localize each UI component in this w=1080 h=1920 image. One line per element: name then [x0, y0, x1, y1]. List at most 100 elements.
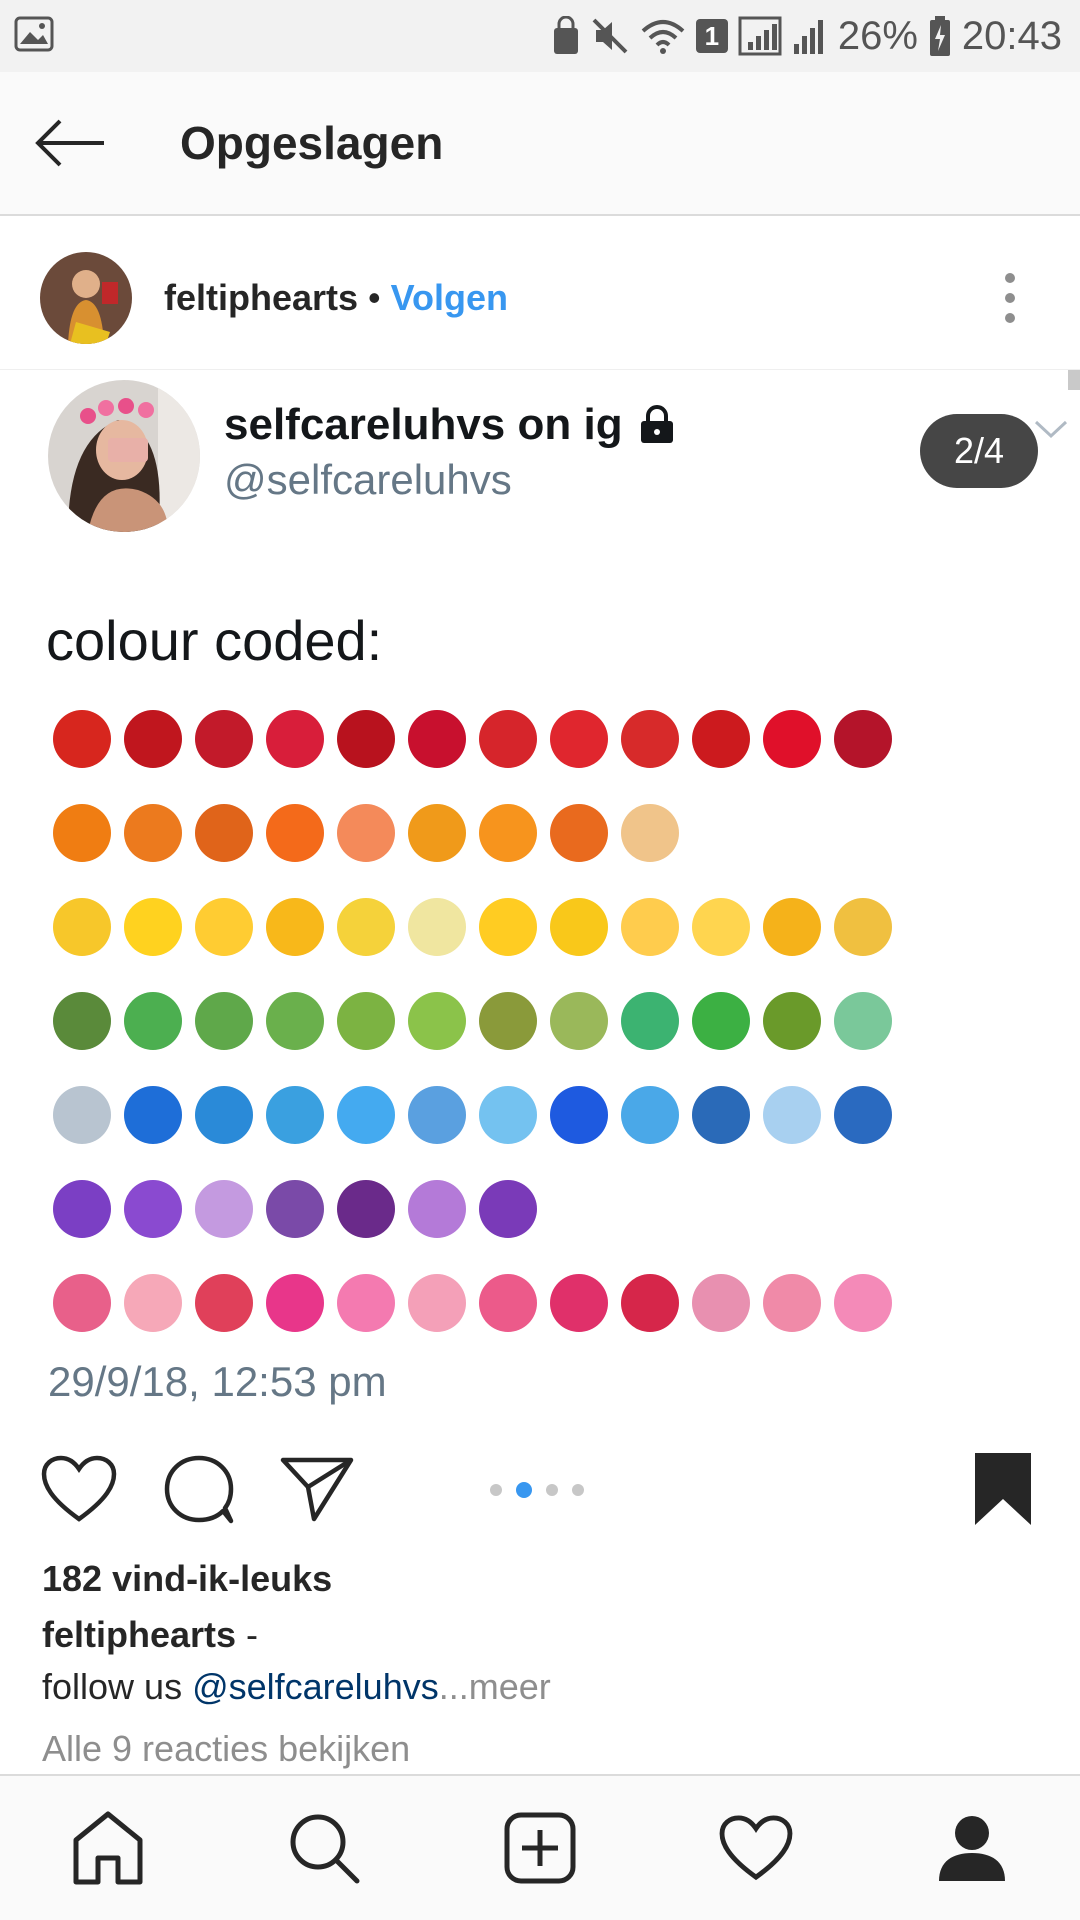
pager-dot-active: [516, 1482, 532, 1498]
nav-home-button[interactable]: [53, 1793, 163, 1903]
caption-username[interactable]: feltiphearts: [42, 1614, 236, 1655]
emoji-swatch: [691, 992, 750, 1050]
view-comments-link[interactable]: Alle 9 reacties bekijken: [42, 1728, 410, 1770]
emoji-icon: [543, 1080, 614, 1151]
scrollbar-thumb[interactable]: [1068, 370, 1080, 390]
tweet-avatar: [48, 380, 200, 532]
emoji-icon: [472, 1080, 543, 1151]
emoji-swatch: [833, 898, 892, 956]
emoji-icon: [188, 798, 259, 869]
back-arrow-icon: [35, 119, 104, 167]
save-button[interactable]: [958, 1444, 1048, 1534]
emoji-icon: [827, 1268, 898, 1339]
emoji-swatch: [52, 1086, 111, 1144]
mute-icon: [590, 16, 630, 56]
back-button[interactable]: [0, 71, 140, 215]
emoji-swatch: [123, 992, 182, 1050]
emoji-row: [46, 880, 898, 974]
emoji-swatch: [620, 710, 679, 768]
emoji-swatch: [833, 1086, 892, 1144]
nav-new-post-button[interactable]: [485, 1793, 595, 1903]
signal-icon: [792, 16, 828, 56]
emoji-swatch: [478, 898, 537, 956]
emoji-icon: [401, 892, 472, 963]
carousel-counter: 2/4: [920, 414, 1038, 488]
emoji-swatch: [478, 992, 537, 1050]
emoji-swatch: [123, 710, 182, 768]
share-button[interactable]: [272, 1444, 362, 1534]
android-lock-icon: [552, 16, 580, 56]
emoji-icon: [259, 1080, 330, 1151]
caption-mention-link[interactable]: @selfcareluhvs: [192, 1666, 439, 1707]
emoji-icon: [330, 1268, 401, 1339]
emoji-icon: [117, 892, 188, 963]
emoji-icon: [472, 798, 543, 869]
emoji-icon: [46, 892, 117, 963]
emoji-icon: [543, 704, 614, 775]
emoji-swatch: [336, 1274, 395, 1332]
emoji-icon: [117, 986, 188, 1057]
avatar[interactable]: [40, 251, 132, 344]
emoji-swatch: [194, 1180, 253, 1238]
emoji-icon: [827, 892, 898, 963]
nav-profile-button[interactable]: [917, 1793, 1027, 1903]
emoji-swatch: [336, 710, 395, 768]
emoji-swatch: [549, 898, 608, 956]
gallery-notification-icon: [14, 16, 54, 57]
emoji-icon: [401, 1080, 472, 1151]
caption-prefix: follow us: [42, 1666, 193, 1707]
emoji-swatch: [691, 710, 750, 768]
post-carousel-image[interactable]: selfcareluhvs on ig @selfcareluhvs 2/4 c…: [0, 370, 1080, 1430]
emoji-icon: [472, 892, 543, 963]
emoji-icon: [614, 892, 685, 963]
follow-button[interactable]: Volgen: [391, 277, 508, 319]
post-actions: [0, 1430, 1080, 1550]
more-dot-icon: [1005, 272, 1015, 283]
emoji-icon: [614, 798, 685, 869]
emoji-swatch: [478, 1180, 537, 1238]
emoji-icon: [259, 1174, 330, 1245]
post-username[interactable]: feltiphearts: [164, 277, 358, 319]
emoji-icon: [614, 1268, 685, 1339]
emoji-icon: [188, 1080, 259, 1151]
emoji-icon: [827, 704, 898, 775]
emoji-swatch: [549, 1274, 608, 1332]
wifi-icon: [640, 17, 686, 55]
emoji-swatch: [691, 1274, 750, 1332]
emoji-swatch: [194, 898, 253, 956]
comment-button[interactable]: [154, 1444, 244, 1534]
emoji-icon: [401, 1174, 472, 1245]
emoji-icon: [46, 798, 117, 869]
like-button[interactable]: [34, 1444, 124, 1534]
emoji-swatch: [407, 1086, 466, 1144]
heart-icon: [41, 1455, 117, 1522]
emoji-icon: [401, 704, 472, 775]
emoji-icon: [472, 1268, 543, 1339]
likes-count[interactable]: 182 vind-ik-leuks: [42, 1558, 332, 1600]
caption-more-link[interactable]: ...meer: [439, 1666, 551, 1707]
emoji-icon: [756, 1080, 827, 1151]
emoji-icon: [188, 704, 259, 775]
emoji-swatch: [265, 804, 324, 862]
separator-dot: •: [368, 276, 381, 318]
emoji-swatch: [620, 1086, 679, 1144]
more-dot-icon: [1005, 292, 1015, 303]
emoji-swatch: [52, 1180, 111, 1238]
caption-user-line: feltiphearts -: [42, 1614, 258, 1656]
emoji-swatch: [194, 1086, 253, 1144]
emoji-icon: [330, 892, 401, 963]
emoji-swatch: [336, 992, 395, 1050]
more-options-button[interactable]: [980, 258, 1040, 338]
emoji-swatch: [336, 1180, 395, 1238]
emoji-swatch: [265, 1086, 324, 1144]
caption-dash: -: [236, 1614, 259, 1655]
emoji-swatch: [620, 898, 679, 956]
nav-activity-button[interactable]: [701, 1793, 811, 1903]
tweet-display-name: selfcareluhvs on ig: [224, 400, 675, 450]
caption-text: follow us @selfcareluhvs...meer: [42, 1666, 551, 1708]
emoji-swatch: [762, 1274, 821, 1332]
emoji-icon: [756, 704, 827, 775]
nav-search-button[interactable]: [269, 1793, 379, 1903]
emoji-icon: [543, 986, 614, 1057]
pager-dot: [546, 1484, 558, 1496]
